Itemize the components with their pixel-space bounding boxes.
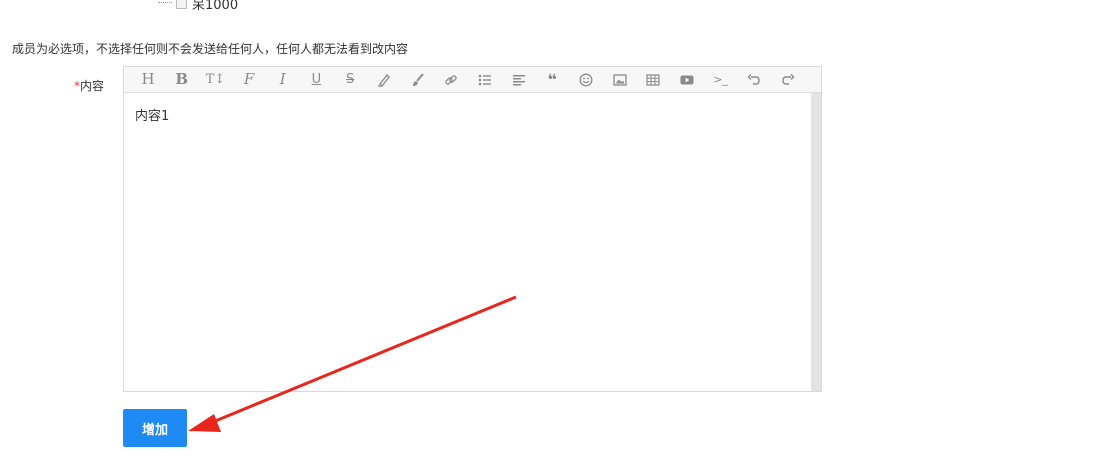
tree-node[interactable]: 呆1000 bbox=[158, 0, 239, 13]
link-icon[interactable] bbox=[440, 69, 462, 91]
content-label-text: 内容 bbox=[80, 79, 105, 93]
tree-checkbox[interactable] bbox=[176, 0, 187, 9]
add-button[interactable]: 增加 bbox=[123, 409, 187, 447]
heading-icon[interactable]: H bbox=[137, 69, 159, 91]
table-icon[interactable] bbox=[642, 69, 664, 91]
editor-content[interactable]: 内容1 bbox=[124, 93, 811, 391]
quote-icon[interactable]: ❝ bbox=[541, 69, 563, 91]
highlight-icon[interactable] bbox=[373, 69, 395, 91]
recipient-notice: 成员为必选项，不选择任何则不会发送给任何人，任何人都无法看到改内容 bbox=[12, 42, 409, 56]
image-icon[interactable] bbox=[609, 69, 631, 91]
brush-icon[interactable] bbox=[407, 69, 429, 91]
tree-connector bbox=[158, 2, 172, 4]
video-icon[interactable] bbox=[676, 69, 698, 91]
text-size-icon[interactable]: T↕ bbox=[204, 69, 226, 91]
italic-icon[interactable]: I bbox=[272, 69, 294, 91]
editor-toolbar: H B T↕ F I U S ❝ >_ bbox=[124, 67, 821, 93]
underline-icon[interactable]: U bbox=[305, 69, 327, 91]
editor-scrollbar[interactable] bbox=[811, 93, 821, 391]
rich-text-editor: H B T↕ F I U S ❝ >_ 内容1 bbox=[123, 66, 822, 392]
content-label: *内容 bbox=[74, 77, 104, 94]
tree-node-label: 呆1000 bbox=[192, 0, 239, 13]
bold-icon[interactable]: B bbox=[171, 69, 193, 91]
redo-icon[interactable] bbox=[777, 69, 799, 91]
align-left-icon[interactable] bbox=[508, 69, 530, 91]
unordered-list-icon[interactable] bbox=[474, 69, 496, 91]
emoji-icon[interactable] bbox=[575, 69, 597, 91]
strikethrough-icon[interactable]: S bbox=[339, 69, 361, 91]
font-icon[interactable]: F bbox=[238, 69, 260, 91]
code-icon[interactable]: >_ bbox=[710, 69, 732, 91]
undo-icon[interactable] bbox=[743, 69, 765, 91]
editor-content-text: 内容1 bbox=[135, 109, 170, 124]
